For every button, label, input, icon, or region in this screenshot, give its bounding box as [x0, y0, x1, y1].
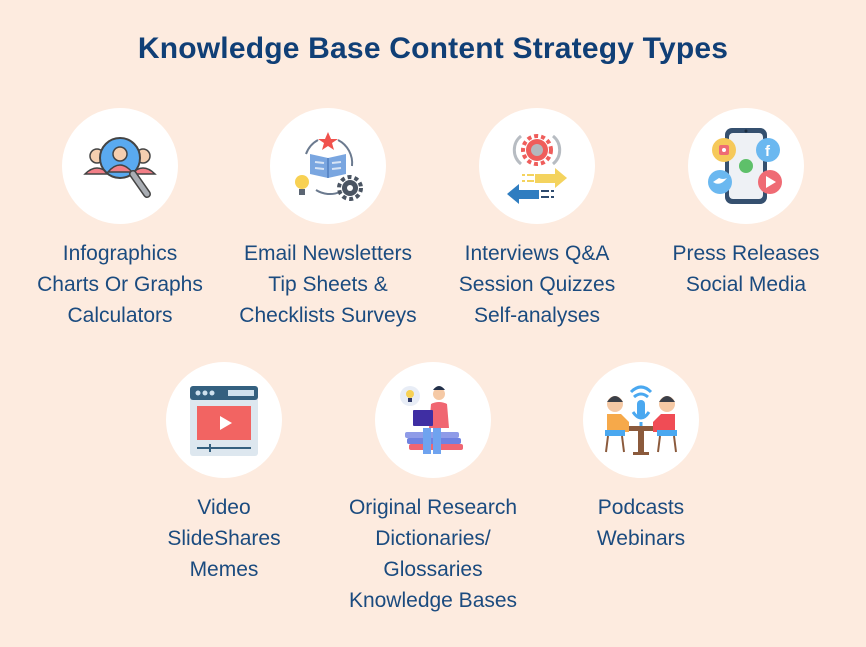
icon-circle: [62, 108, 178, 224]
item-label: Press Releases Social Media: [672, 242, 820, 296]
item-label: Email Newsletters Tip Sheets & Checklist…: [239, 242, 417, 327]
icon-circle: [166, 362, 282, 478]
icon-circle: [375, 362, 491, 478]
page-title: Knowledge Base Content Strategy Types: [137, 32, 729, 65]
item-label: Original Research Dictionaries/ Glossari…: [348, 496, 518, 612]
item-label: Video SlideShares Memes: [167, 496, 281, 581]
icon-circle: [479, 108, 595, 224]
icon-circle: [270, 108, 386, 224]
item-label: Infographics Charts Or Graphs Calculator…: [37, 242, 203, 327]
video-player-icon: [190, 386, 258, 456]
icon-circle: [583, 362, 699, 478]
gear-arrows-exchange-icon: [507, 134, 567, 204]
item-label: Interviews Q&A Session Quizzes Self-anal…: [458, 242, 616, 327]
phone-social-media-icon: f: [708, 128, 782, 204]
book-cycle-icon: [295, 132, 363, 201]
item-label: Podcasts Webinars: [596, 496, 686, 550]
podcast-microphone-icon: [605, 385, 677, 455]
icon-circle: f: [688, 108, 804, 224]
person-laptop-books-icon: [400, 386, 463, 454]
magnifier-people-icon: [83, 137, 157, 198]
